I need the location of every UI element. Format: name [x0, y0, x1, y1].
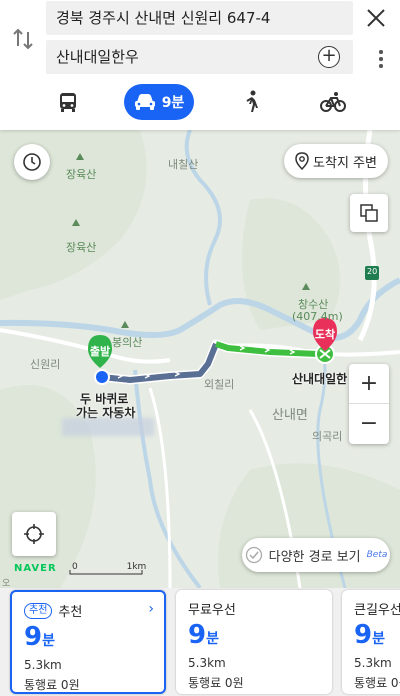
mountain-elevation: (407.4m)	[292, 310, 343, 323]
location-pin-icon	[295, 152, 309, 170]
route-name: 추천	[58, 605, 83, 620]
route-toll: 통행료 0원	[188, 676, 244, 690]
duration-number: 9	[24, 622, 43, 652]
swap-arrows-icon	[13, 28, 33, 50]
route-toll: 통행료 0원	[24, 678, 80, 692]
route-duration: 9분	[188, 620, 219, 650]
map-layers-button[interactable]	[350, 194, 388, 232]
route-search-header: 경북 경주시 산내면 신원리 647-4 산내대일한우 + 9분	[0, 0, 400, 130]
current-location-button[interactable]	[12, 512, 56, 556]
scale-km: 1km	[126, 562, 147, 572]
car-icon	[134, 94, 155, 110]
mode-bike-tab[interactable]	[316, 84, 350, 120]
route-duration: 9분	[24, 622, 55, 652]
route-card-free[interactable]: 무료우선 9분 5.3km 통행료 0원	[176, 590, 332, 694]
zoom-out-button[interactable]: −	[349, 404, 389, 444]
origin-input[interactable]: 경북 경주시 산내면 신원리 647-4	[46, 1, 353, 35]
close-icon[interactable]	[364, 6, 388, 30]
map-scale: 0 1km	[72, 562, 146, 572]
bus-icon	[60, 93, 76, 112]
route-map[interactable]: 내칠산 장육산 장육산 창수산 (407.4m) 봉의산 신원리 외칠리 산내면…	[0, 130, 400, 588]
swap-icon[interactable]	[10, 26, 36, 52]
near-destination-button[interactable]: 도착지 주변	[284, 144, 388, 178]
scale-zero: 0	[72, 562, 78, 572]
zoom-in-button[interactable]: +	[349, 364, 389, 404]
naver-logo: NAVER	[14, 563, 57, 574]
clock-icon	[23, 153, 41, 171]
route-distance: 5.3km	[354, 656, 392, 670]
recommend-badge: 추천	[24, 602, 53, 619]
walk-icon	[246, 90, 258, 112]
village-label: 외칠리	[204, 378, 235, 391]
mode-bus-tab[interactable]	[52, 84, 84, 120]
near-destination-label: 도착지 주변	[313, 155, 377, 171]
mode-car-tab[interactable]: 9분	[124, 84, 194, 120]
duration-number: 9	[354, 620, 373, 650]
zoom-controls: + −	[349, 364, 389, 444]
car-duration: 9분	[161, 95, 185, 111]
route-name: 무료우선	[188, 603, 236, 618]
alternative-routes-button[interactable]: 다양한 경로 보기 Beta	[242, 538, 390, 572]
alternative-routes-label: 다양한 경로 보기	[268, 549, 361, 565]
duration-unit: 분	[42, 633, 55, 649]
transport-mode-tabs: 9분	[0, 84, 400, 120]
more-options-icon[interactable]	[378, 50, 384, 70]
check-circle-icon	[245, 546, 262, 564]
route-options: 추천 추천 › 9분 5.3km 통행료 0원 무료우선 9분 5.3km 통행…	[0, 588, 400, 696]
route-distance: 5.3km	[24, 658, 62, 672]
village-label: 의곡리	[312, 430, 343, 443]
route-name: 큰길우선	[354, 603, 400, 618]
directions-screen: 경북 경주시 산내면 신원리 647-4 산내대일한우 + 9분 내칠산 장육산…	[0, 0, 400, 696]
route-card-title: 무료우선	[188, 599, 236, 618]
district-label: 산내면	[272, 408, 308, 423]
place-label: 오	[2, 579, 11, 588]
duration-unit: 분	[206, 631, 219, 647]
mountain-label: 장육산	[66, 241, 97, 254]
end-badge: 도착	[314, 328, 336, 341]
mountain-label: 장육산	[66, 168, 97, 181]
start-badge: 출발	[89, 345, 111, 358]
route-card-title: 큰길우선	[354, 599, 400, 618]
route-duration: 9분	[354, 620, 385, 650]
beta-badge: Beta	[366, 550, 388, 560]
departure-time-button[interactable]	[14, 144, 50, 180]
redacted-area	[62, 418, 154, 436]
add-waypoint-button[interactable]: +	[318, 46, 340, 68]
place-label: 내칠산	[168, 158, 199, 171]
duration-unit: 분	[372, 631, 385, 647]
bicycle-icon	[320, 92, 346, 112]
route-distance: 5.3km	[188, 656, 226, 670]
crosshair-icon	[24, 524, 44, 544]
chevron-right-icon: ›	[148, 601, 154, 617]
duration-number: 9	[188, 620, 207, 650]
route-card-main-road[interactable]: 큰길우선 9분 5.3km 통행료 0원	[342, 590, 400, 694]
road-number: 20	[367, 267, 378, 276]
mode-walk-tab[interactable]	[236, 84, 268, 120]
route-card-title: 추천 추천	[24, 601, 82, 620]
village-label: 신원리	[30, 358, 61, 371]
layers-icon	[360, 204, 378, 222]
mountain-label: 봉의산	[112, 336, 143, 349]
end-place-label: 산내대일한	[292, 372, 348, 386]
route-card-recommended[interactable]: 추천 추천 › 9분 5.3km 통행료 0원	[10, 590, 166, 694]
destination-input[interactable]: 산내대일한우	[46, 40, 353, 74]
route-toll: 통행료 0원	[354, 676, 400, 690]
